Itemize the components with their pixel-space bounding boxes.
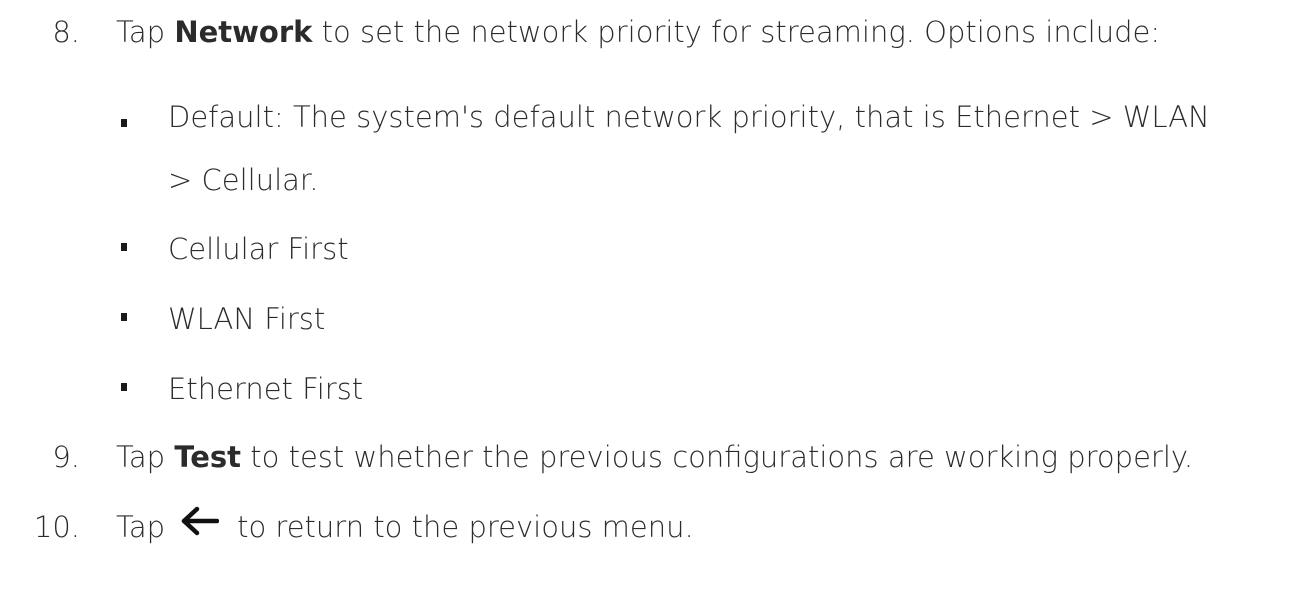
step-number: 9. [52, 440, 80, 474]
step-keyword-network: Network [174, 15, 313, 49]
step-8: 8. Tap Network to set the network priori… [0, 12, 1309, 52]
bullet-icon [121, 119, 127, 127]
step-9: 9. Tap Test to test whether the previous… [0, 437, 1309, 477]
step-text-suffix: to test whether the previous configurati… [241, 440, 1194, 474]
step-text-suffix: to set the network priority for streamin… [312, 15, 1161, 49]
step-text-suffix: to return to the previous menu. [237, 510, 694, 544]
option-default-text-continued: > Cellular. [168, 163, 319, 197]
bullet-icon [121, 243, 127, 251]
option-wlan-first: WLAN First [168, 299, 325, 339]
step-text-prefix: Tap [116, 15, 175, 49]
option-ethernet-first: Ethernet First [168, 369, 363, 409]
option-default-line-1: Default: The system's default network pr… [168, 97, 1210, 137]
step-text: Tap Network to set the network priority … [116, 12, 1160, 52]
option-cellular-first-text: Cellular First [168, 232, 349, 266]
bullet-icon [121, 383, 127, 391]
bullet-icon [121, 313, 127, 321]
option-cellular-first: Cellular First [168, 229, 349, 269]
step-text-prefix: Tap [116, 440, 175, 474]
step-text: Tap Test to test whether the previous co… [116, 437, 1193, 477]
option-ethernet-first-text: Ethernet First [168, 372, 364, 406]
back-arrow-icon [179, 506, 220, 546]
step-text: Tap to return to the previous menu. [116, 506, 694, 549]
option-wlan-first-text: WLAN First [168, 302, 326, 336]
option-default-line-2: > Cellular. [168, 160, 318, 200]
step-number: 10. [33, 510, 80, 544]
step-keyword-test: Test [174, 440, 242, 474]
step-text-prefix: Tap [116, 510, 166, 544]
option-default-text: Default: The system's default network pr… [168, 100, 1210, 134]
step-number: 8. [52, 15, 80, 49]
step-10: 10. Tap to return to the previous menu. [0, 506, 1309, 549]
